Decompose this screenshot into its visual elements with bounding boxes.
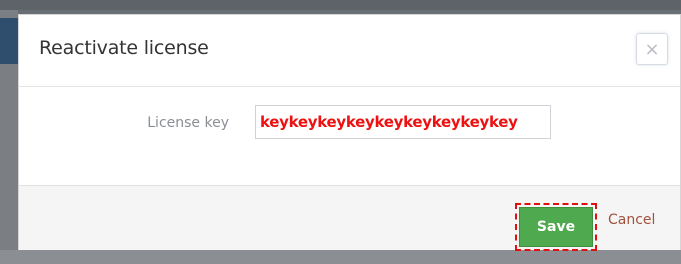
dialog-header: Reactivate license × xyxy=(19,15,680,87)
background-page-bottom xyxy=(0,250,681,264)
save-button[interactable]: Save xyxy=(515,203,597,251)
dialog-footer: Save Cancel xyxy=(19,185,680,251)
cancel-link[interactable]: Cancel xyxy=(608,212,655,228)
dialog-body: License key xyxy=(19,87,680,185)
dialog-title: Reactivate license xyxy=(39,37,209,59)
background-page-top xyxy=(0,0,681,10)
close-button[interactable]: × xyxy=(636,33,668,65)
background-page-accent xyxy=(0,18,18,64)
reactivate-license-dialog: Reactivate license × License key Save Ca… xyxy=(18,14,681,251)
close-icon: × xyxy=(644,38,660,60)
license-key-label: License key xyxy=(147,115,229,131)
license-key-input[interactable] xyxy=(255,105,551,139)
